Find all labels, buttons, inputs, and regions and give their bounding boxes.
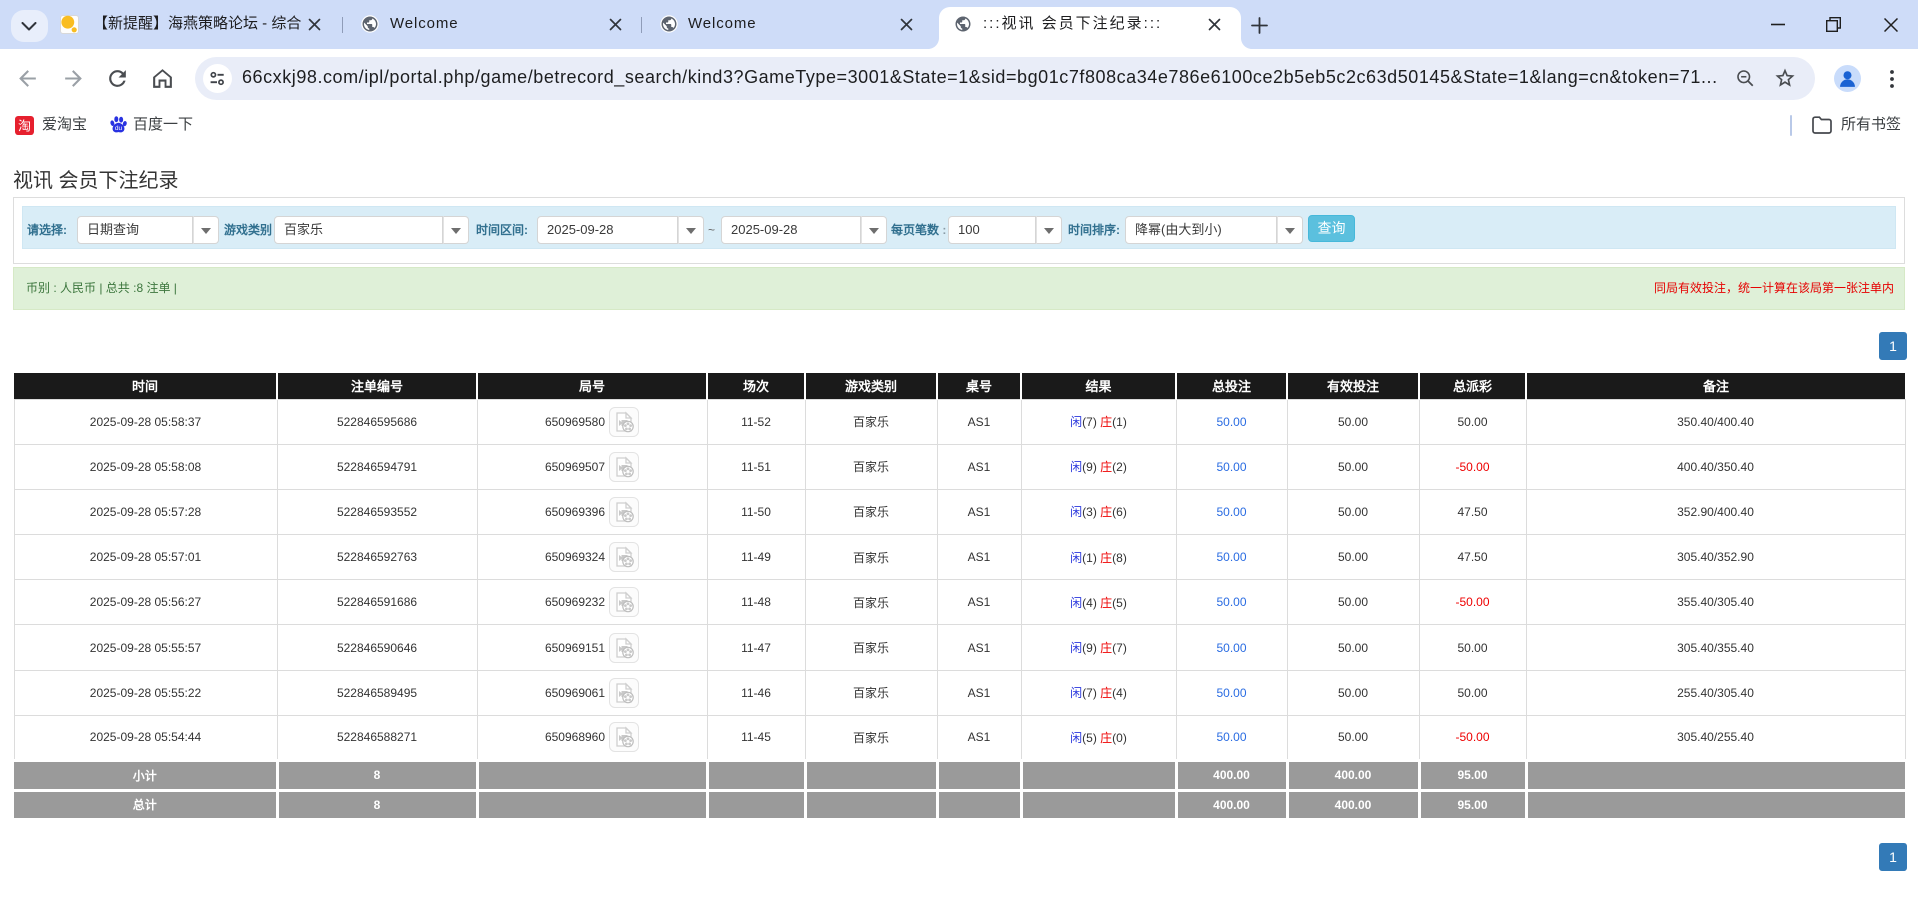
svg-text:淘: 淘 — [18, 119, 31, 134]
svg-text:du: du — [115, 125, 123, 132]
